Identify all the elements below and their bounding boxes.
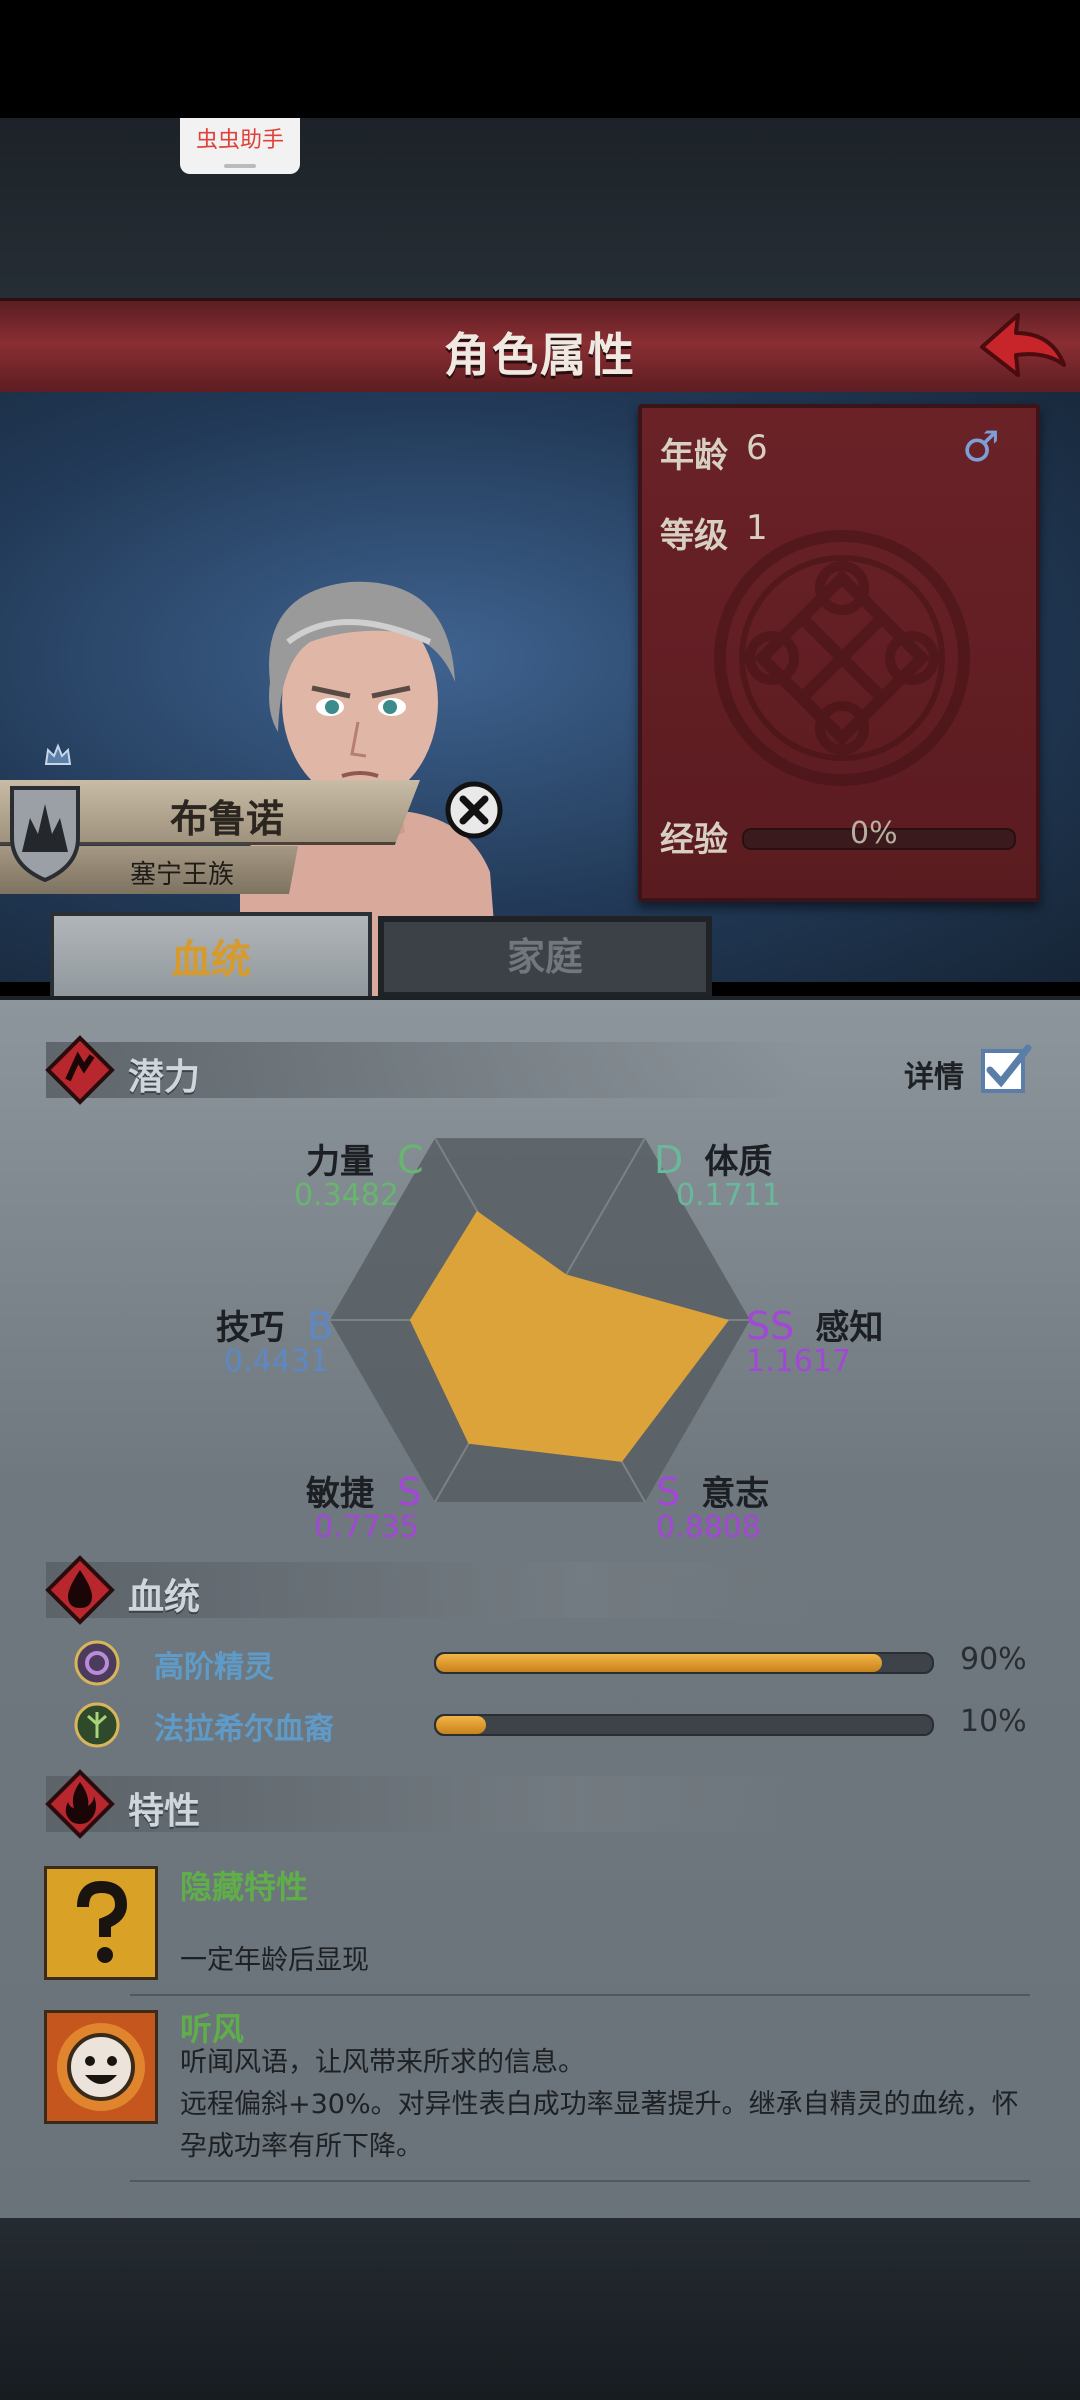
- clan-shield-icon: [10, 786, 80, 882]
- attr-constitution-grade: D: [654, 1138, 684, 1182]
- attr-skill-grade: B: [307, 1304, 334, 1348]
- character-clan: 塞宁王族: [130, 860, 235, 890]
- character-area: 布鲁诺 塞宁王族 年龄 6 ♂ 等级 1 经验 0% 血统 家庭: [0, 392, 1080, 1004]
- attr-constitution-value: 0.1711: [676, 1178, 781, 1213]
- character-name: 布鲁诺: [170, 797, 285, 841]
- trait-desc: 听闻风语，让风带来所求的信息。: [180, 2047, 585, 2078]
- bloodline-name: 法拉希尔血裔: [154, 1712, 334, 1747]
- trait-desc-line2: 远程偏斜+30%。对异性表白成功率显著提升。继承自精灵的血统，怀: [180, 2089, 1019, 2120]
- bloodline-header: 血统: [45, 1555, 806, 1625]
- bloodline-row: 法拉希尔血裔 10%: [74, 1702, 1034, 1750]
- attr-perception-grade: SS: [746, 1304, 795, 1348]
- attr-agility-grade: S: [397, 1470, 422, 1514]
- bloodline-title: 血统: [128, 1577, 201, 1618]
- exp-percent: 0%: [850, 816, 898, 851]
- bottom-area: [0, 2218, 1080, 2400]
- male-gender-icon: ♂: [962, 422, 1000, 471]
- attr-agility-value: 0.7735: [314, 1510, 419, 1545]
- attr-will-name: 意志: [701, 1474, 770, 1514]
- close-icon[interactable]: [444, 780, 504, 840]
- blood-drop-section-icon: [45, 1555, 115, 1625]
- attr-perception: SS 感知: [746, 1300, 883, 1349]
- attr-agility-name: 敏捷: [306, 1474, 374, 1514]
- tab-family[interactable]: 家庭: [378, 916, 712, 998]
- bloodline-bar-fill: [436, 1716, 486, 1734]
- exp-bar: 0%: [742, 816, 1016, 851]
- level-label: 等级: [660, 516, 728, 556]
- stats-card: 年龄 6 ♂ 等级 1 经验 0%: [638, 404, 1040, 902]
- bloodline-row: 高阶精灵 90%: [74, 1640, 1034, 1688]
- traits-title: 特性: [128, 1791, 201, 1832]
- potential-radar-chart: [330, 1137, 750, 1503]
- trait-divider: [130, 2180, 1030, 2182]
- bloodline-bar-fill: [436, 1654, 883, 1672]
- bloodline-percent: 90%: [960, 1642, 1027, 1677]
- attr-skill-value: 0.4431: [224, 1344, 329, 1379]
- celtic-knot-emblem: [714, 530, 970, 786]
- attr-constitution: D 体质: [654, 1134, 772, 1183]
- helper-badge[interactable]: 虫虫助手: [180, 118, 300, 174]
- tree-icon: [74, 1702, 120, 1748]
- trait-divider: [130, 1994, 1030, 1996]
- attr-skill: 技巧 B: [216, 1300, 333, 1349]
- attr-constitution-name: 体质: [704, 1142, 773, 1182]
- attr-strength-grade: C: [397, 1138, 424, 1182]
- age-value: 6: [746, 428, 768, 468]
- high-elf-icon: [74, 1640, 120, 1686]
- attr-will: S 意志: [656, 1466, 769, 1515]
- attr-perception-value: 1.1617: [746, 1344, 851, 1379]
- bloodline-bar: [434, 1652, 934, 1674]
- page-title: 角色属性: [444, 328, 636, 382]
- question-icon: [44, 1866, 158, 1980]
- main-panel: 潜力 详情 力量 C 0.3482 D 体质 0.1711 SS 感知 1.16…: [0, 996, 1080, 2222]
- attr-strength: 力量 C: [306, 1134, 424, 1183]
- attr-strength-value: 0.3482: [294, 1178, 399, 1213]
- level-value: 1: [746, 508, 768, 548]
- tab-strip: 血统 家庭: [0, 902, 1080, 1004]
- trait-desc: 一定年龄后显现: [180, 1945, 369, 1976]
- back-arrow-icon[interactable]: [972, 307, 1068, 387]
- helper-label: 虫虫助手: [195, 128, 284, 153]
- traits-header: 特性: [45, 1769, 806, 1839]
- crown-icon: [44, 743, 72, 765]
- attr-skill-name: 技巧: [216, 1308, 284, 1348]
- flame-section-icon: [45, 1769, 115, 1839]
- trait-name: 隐藏特性: [180, 1868, 309, 1906]
- age-label: 年龄: [660, 436, 728, 476]
- attr-perception-name: 感知: [815, 1308, 884, 1348]
- attr-strength-name: 力量: [306, 1142, 374, 1182]
- bloodline-percent: 10%: [960, 1704, 1027, 1739]
- bloodline-name: 高阶精灵: [154, 1650, 274, 1685]
- attr-will-grade: S: [656, 1470, 681, 1514]
- trait-desc-line3: 孕成功率有所下降。: [180, 2131, 423, 2162]
- smile-sun-icon: [44, 2010, 158, 2124]
- exp-label: 经验: [660, 820, 728, 860]
- top-background: [0, 118, 1080, 300]
- bloodline-bar: [434, 1714, 934, 1736]
- attr-will-value: 0.8808: [656, 1510, 761, 1545]
- attr-agility: 敏捷 S: [306, 1466, 421, 1515]
- tab-bloodline[interactable]: 血统: [50, 912, 372, 1004]
- title-banner: 角色属性: [0, 298, 1080, 399]
- helper-grip: [224, 164, 256, 168]
